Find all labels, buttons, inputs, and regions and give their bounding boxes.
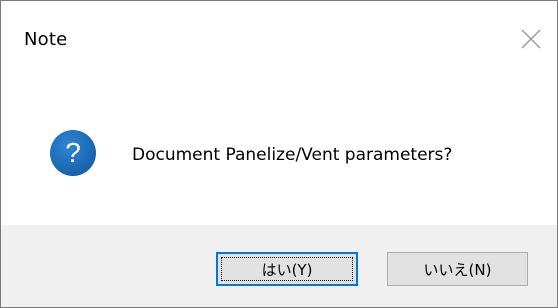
no-button-label: いいえ(N) [423, 260, 492, 279]
title-bar: Note [1, 1, 557, 83]
no-button[interactable]: いいえ(N) [387, 252, 528, 286]
question-icon: ? [49, 129, 97, 177]
dialog-title: Note [24, 29, 68, 50]
message-dialog: Note ? Document Panelize/Vent parameters [0, 0, 558, 308]
yes-button-label: はい(Y) [261, 260, 313, 279]
svg-text:?: ? [65, 137, 81, 168]
dialog-message: Document Panelize/Vent parameters? [132, 145, 453, 165]
button-bar: はい(Y) いいえ(N) [1, 225, 557, 307]
close-icon [521, 29, 541, 49]
dialog-content: ? Document Panelize/Vent parameters? [1, 83, 557, 225]
yes-button[interactable]: はい(Y) [216, 252, 358, 286]
close-button[interactable] [517, 25, 545, 53]
